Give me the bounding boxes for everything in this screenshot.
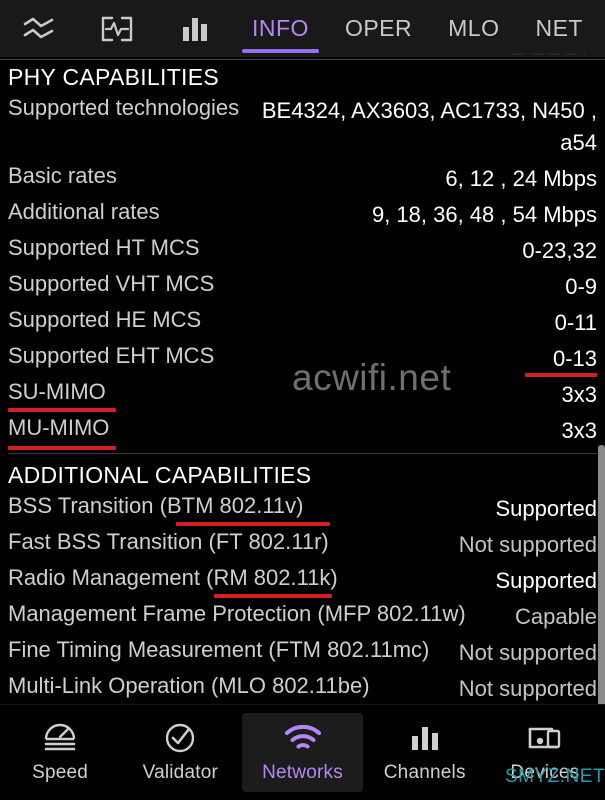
bar-chart-icon <box>180 15 210 43</box>
tab-phy-label: Phy <box>601 15 605 42</box>
nav-label-validator: Validator <box>142 762 218 783</box>
nav-item-channels[interactable]: Channels <box>365 705 485 800</box>
line-chart-icon <box>21 15 57 43</box>
row-value: Not supported <box>458 639 597 665</box>
row-additional-rates: Additional rates 9, 18, 36, 48 , 54 Mbps <box>0 197 605 233</box>
nav-item-devices[interactable]: Devices <box>485 705 605 800</box>
annotation-underline-rm <box>214 593 332 598</box>
row-radio-management: Radio Management (RM 802.11k) Supported <box>0 563 605 599</box>
row-value: 6, 12 , 24 Mbps <box>445 165 597 191</box>
row-label: Supported technologies <box>8 95 240 120</box>
row-label: Supported EHT MCS <box>8 342 215 368</box>
tab-net-label: NET <box>535 15 583 41</box>
bar-chart-icon <box>409 721 441 755</box>
nav-label-channels: Channels <box>383 762 466 783</box>
row-value: Not supported <box>458 531 597 557</box>
tab-info[interactable]: INFO <box>234 0 327 57</box>
row-supported-ht-mcs: Supported HT MCS 0-23,32 <box>0 233 605 269</box>
row-bss-transition: BSS Transition (BTM 802.11v) Supported <box>0 491 605 527</box>
row-label: Radio Management (RM 802.11k) <box>8 564 338 590</box>
row-supported-he-mcs: Supported HE MCS 0-11 <box>0 305 605 341</box>
bar-chart-icon-tab[interactable] <box>156 0 234 57</box>
row-mu-mimo: MU-MIMO 3x3 <box>0 413 605 450</box>
tab-active-underline <box>242 49 319 53</box>
wifi-icon <box>284 721 322 755</box>
row-label: Additional rates <box>8 198 160 224</box>
row-value: Supported <box>495 495 597 521</box>
scrollbar-thumb[interactable] <box>598 445 605 730</box>
capabilities-content[interactable]: PHY CAPABILITIES Supported technologies … <box>0 60 605 705</box>
row-fine-timing-measurement: Fine Timing Measurement (FTM 802.11mc) N… <box>0 635 605 671</box>
annotation-underline-mu-mimo <box>8 445 116 450</box>
row-supported-technologies: Supported technologies BE4324, AX3603, A… <box>0 93 605 161</box>
row-value: 3x3 <box>561 417 597 443</box>
row-value: BE4324, AX3603, AC1733, N450 , a54 <box>261 98 597 155</box>
tab-mlo-label: MLO <box>448 15 500 41</box>
row-management-frame-protection: Management Frame Protection (MFP 802.11w… <box>0 599 605 635</box>
section-title-additional: ADDITIONAL CAPABILITIES <box>8 461 312 488</box>
devices-icon <box>526 721 564 755</box>
check-circle-icon <box>163 721 197 755</box>
row-value: 3x3 <box>561 381 597 407</box>
clipped-scrolled-text: — — — — · · <box>513 46 597 58</box>
row-supported-vht-mcs: Supported VHT MCS 0-9 <box>0 269 605 305</box>
annotation-underline-btm <box>176 521 330 526</box>
row-su-mimo: SU-MIMO 3x3 <box>0 377 605 413</box>
nav-item-validator[interactable]: Validator <box>120 705 240 800</box>
signal-monitor-icon <box>100 15 134 43</box>
line-chart-icon-tab[interactable] <box>0 0 78 57</box>
nav-item-speed[interactable]: Speed <box>0 705 120 800</box>
row-value: 0-11 <box>554 309 597 335</box>
row-label: Fine Timing Measurement (FTM 802.11mc) <box>8 636 430 662</box>
nav-label-networks: Networks <box>262 762 343 783</box>
speedometer-icon <box>42 721 78 755</box>
row-fast-bss-transition: Fast BSS Transition (FT 802.11r) Not sup… <box>0 527 605 563</box>
row-supported-eht-mcs: Supported EHT MCS 0-13 <box>0 341 605 377</box>
section-title-phy: PHY CAPABILITIES <box>8 64 220 90</box>
row-value: 0-23,32 <box>522 237 597 263</box>
section-divider <box>8 452 597 454</box>
row-label: Supported VHT MCS <box>8 270 215 296</box>
row-label: Supported HE MCS <box>8 306 202 332</box>
tab-info-label: INFO <box>252 15 309 41</box>
row-label: MU-MIMO <box>8 414 110 440</box>
nav-label-speed: Speed <box>32 762 89 783</box>
row-label: Management Frame Protection (MFP 802.11w… <box>8 600 466 626</box>
row-label: BSS Transition (BTM 802.11v) <box>8 492 304 518</box>
row-label: Basic rates <box>8 162 117 188</box>
tab-oper-label: OPER <box>344 15 413 41</box>
nav-label-devices: Devices <box>510 762 580 783</box>
tab-phy[interactable]: Phy <box>601 0 605 57</box>
row-label: Fast BSS Transition (FT 802.11r) <box>8 528 329 554</box>
row-value: 0-13 <box>552 345 597 371</box>
annotation-underline-su-mimo <box>8 407 116 412</box>
row-label: Supported HT MCS <box>8 234 200 260</box>
scrollbar-track[interactable] <box>598 60 605 730</box>
signal-monitor-icon-tab[interactable] <box>78 0 156 57</box>
bottom-navigation-bar: Speed Validator Networks Channels Device… <box>0 704 605 800</box>
row-basic-rates: Basic rates 6, 12 , 24 Mbps <box>0 161 605 197</box>
row-value: 9, 18, 36, 48 , 54 Mbps <box>371 201 597 227</box>
row-value: Supported <box>495 567 597 593</box>
row-label: Multi-Link Operation (MLO 802.11be) <box>8 672 370 698</box>
row-value: 0-9 <box>565 273 597 299</box>
row-label: SU-MIMO <box>8 378 106 404</box>
row-value: Not supported <box>458 675 597 701</box>
row-value: Capable <box>515 603 597 629</box>
row-multi-link-operation: Multi-Link Operation (MLO 802.11be) Not … <box>0 671 605 705</box>
nav-item-networks[interactable]: Networks <box>242 713 363 792</box>
tab-oper[interactable]: OPER <box>327 0 430 57</box>
